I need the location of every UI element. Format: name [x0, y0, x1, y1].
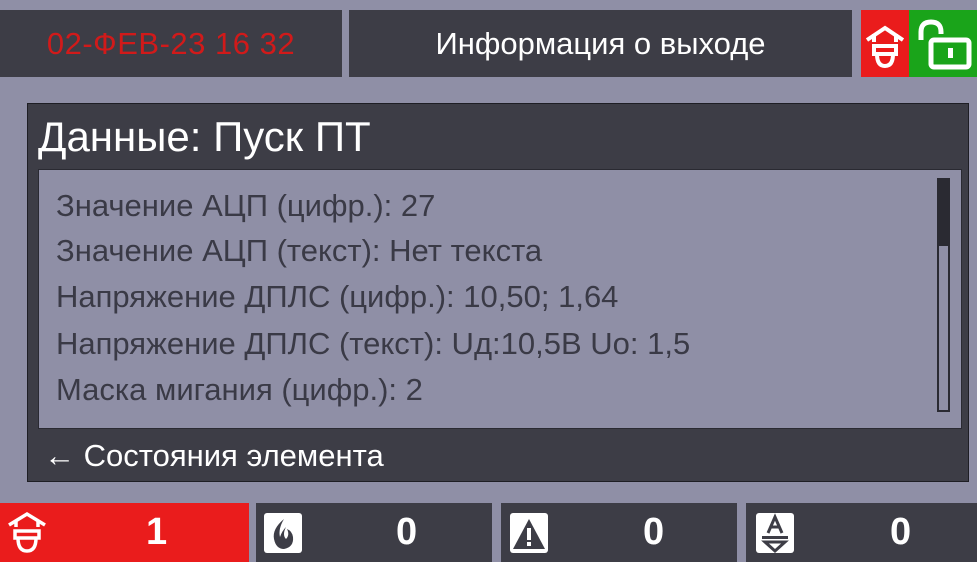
fault-counter[interactable]: 0: [746, 503, 977, 562]
warning-triangle-icon: [510, 513, 548, 553]
fire-alarm-status[interactable]: [861, 10, 909, 77]
extinguishing-counter[interactable]: 0: [256, 503, 492, 562]
scrollbar-thumb[interactable]: [939, 180, 948, 246]
fire-alarm-icon: [865, 25, 905, 69]
fire-alarm-icon: [8, 511, 46, 553]
lock-status[interactable]: [909, 10, 977, 77]
back-to-element-states-link[interactable]: ← Состояния элемента: [44, 434, 384, 478]
warning-counter[interactable]: 0: [501, 503, 737, 562]
fire-extinguishing-icon: [264, 513, 302, 553]
list-item[interactable]: Маска мигания (цифр.): 2: [56, 367, 423, 413]
extinguishing-count: 0: [396, 511, 418, 553]
list-item[interactable]: Напряжение ДПЛС (текст): Uд:10,5В Uo: 1,…: [56, 321, 690, 367]
fault-icon: [756, 513, 794, 554]
fault-count: 0: [890, 511, 912, 553]
list-item[interactable]: Значение АЦП (цифр.): 27: [56, 183, 435, 229]
list-item[interactable]: Значение АЦП (текст): Нет текста: [56, 228, 542, 274]
fire-alarm-count: 1: [146, 511, 168, 553]
warning-count: 0: [643, 511, 665, 553]
page-title: Информация о выходе: [349, 10, 852, 77]
panel-title: Данные: Пуск ПТ: [38, 113, 371, 160]
fire-alarm-counter[interactable]: 1: [0, 503, 249, 562]
datetime-display: 02-ФЕВ-23 16 32: [0, 10, 342, 77]
list-item[interactable]: Напряжение ДПЛС (цифр.): 10,50; 1,64: [56, 274, 618, 320]
unlocked-padlock-icon: [918, 19, 972, 70]
